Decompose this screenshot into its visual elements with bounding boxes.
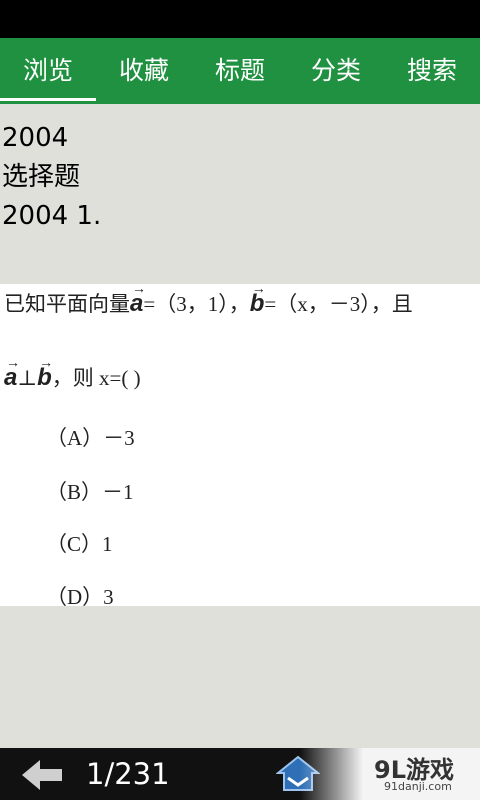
tab-categories-label: 分类 bbox=[310, 56, 361, 85]
tab-search[interactable]: 搜索 bbox=[384, 38, 480, 104]
vector-arrow-icon: → bbox=[6, 354, 20, 370]
question-year: 2004 bbox=[2, 123, 69, 153]
tab-browse[interactable]: 浏览 bbox=[0, 38, 96, 104]
brand-watermark: 9L游戏 91danji.com bbox=[300, 748, 480, 800]
tab-favorites-label: 收藏 bbox=[118, 56, 169, 85]
brand-url: 91danji.com bbox=[384, 780, 452, 793]
vector-b-value: =（x，－3），且 bbox=[264, 292, 413, 316]
option-c: （C）1 bbox=[46, 532, 113, 556]
vector-b: → b bbox=[37, 354, 54, 391]
question-meta: 2004 选择题 2004 1. bbox=[0, 104, 480, 284]
vector-a-value: =（3，1）， bbox=[143, 292, 250, 316]
bottom-bar: 1/231 9L游戏 91danji.com bbox=[0, 748, 480, 800]
tab-favorites[interactable]: 收藏 bbox=[96, 38, 192, 104]
question-type: 选择题 bbox=[2, 162, 81, 192]
vector-a: → a bbox=[4, 354, 20, 391]
page-counter: 1/231 bbox=[86, 757, 170, 791]
vector-arrow-icon: → bbox=[39, 354, 54, 370]
tab-search-label: 搜索 bbox=[406, 56, 457, 85]
back-arrow-icon[interactable] bbox=[22, 758, 62, 792]
tab-titles[interactable]: 标题 bbox=[192, 38, 288, 104]
question-title: 2004 1. bbox=[2, 201, 102, 231]
option-b: （B）－1 bbox=[46, 480, 134, 504]
question-image: 已知平面向量 → a=（3，1）， → b=（x，－3），且 → a⊥ → b，则 x=( )… bbox=[0, 280, 480, 609]
question-suffix: ，则 x=( ) bbox=[51, 366, 141, 390]
option-a: （A）－3 bbox=[46, 426, 135, 450]
tab-bar: 浏览 收藏 标题 分类 搜索 bbox=[0, 38, 480, 104]
vector-a: → a bbox=[130, 280, 146, 317]
tab-browse-label: 浏览 bbox=[22, 56, 73, 85]
vector-arrow-icon: → bbox=[132, 280, 146, 296]
perpendicular-symbol: ⊥ bbox=[17, 366, 38, 390]
question-prefix: 已知平面向量 bbox=[4, 292, 130, 316]
active-tab-indicator bbox=[0, 98, 96, 101]
vector-b: → b bbox=[249, 280, 266, 317]
tab-titles-label: 标题 bbox=[214, 56, 265, 85]
question-line-2: → a⊥ → b，则 x=( ) bbox=[4, 354, 141, 392]
status-bar bbox=[0, 0, 480, 38]
question-line-1: 已知平面向量 → a=（3，1）， → b=（x，－3），且 bbox=[4, 280, 413, 318]
tab-categories[interactable]: 分类 bbox=[288, 38, 384, 104]
option-d: （D）3 bbox=[46, 585, 114, 609]
vector-arrow-icon: → bbox=[251, 280, 266, 296]
